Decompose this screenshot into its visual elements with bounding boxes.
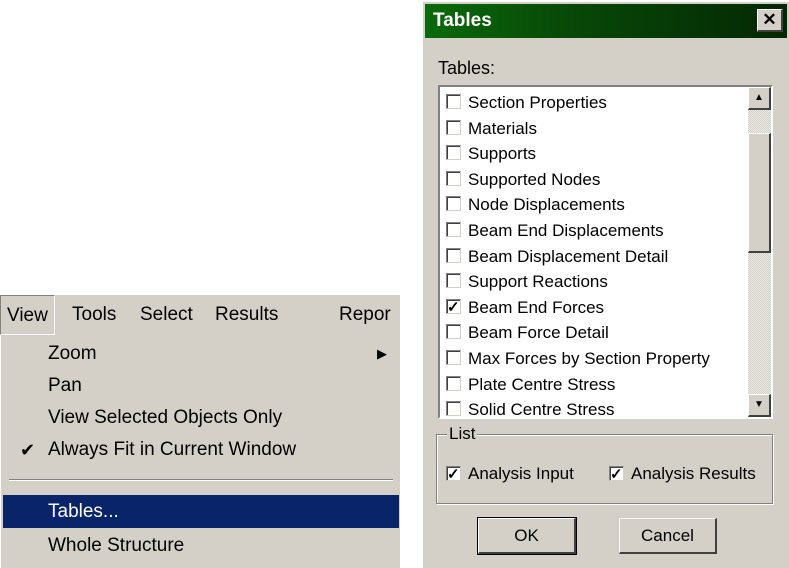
scroll-down-button[interactable]: ▼ — [748, 394, 771, 417]
table-list-item[interactable]: Supported Nodes — [446, 167, 746, 192]
table-list-item[interactable]: Beam Force Detail — [446, 320, 746, 345]
menu-item-whole-structure[interactable]: Whole Structure — [3, 530, 399, 562]
checkbox-box: ✓ — [446, 466, 461, 483]
table-list-item[interactable]: Materials — [446, 116, 746, 141]
close-icon: ✕ — [762, 10, 777, 29]
table-list-item[interactable]: ✓ Beam End Forces — [446, 295, 746, 320]
menu-item-pan[interactable]: Pan — [3, 370, 399, 402]
tables-dialog: Tables ✕ Tables: Section Properties Mater… — [421, 0, 789, 568]
table-list-item[interactable]: Section Properties — [446, 90, 746, 115]
table-list-item[interactable]: Max Forces by Section Property — [446, 346, 746, 371]
checkmark-icon: ✔ — [20, 440, 36, 460]
dialog-title: Tables — [433, 10, 492, 31]
checkbox-box: ✓ — [609, 466, 624, 483]
menu-item-label: Tables... — [48, 501, 119, 522]
checkmark-icon: ✓ — [447, 466, 460, 483]
table-item-label: Beam Force Detail — [468, 323, 609, 343]
tables-label: Tables: — [438, 58, 496, 78]
table-list-item[interactable]: Node Displacements — [446, 192, 746, 217]
menu-item-label: Zoom — [48, 343, 97, 364]
list-group-label: List — [447, 424, 478, 444]
view-dropdown: Zoom ▶ Pan View Selected Objects Only ✔ … — [0, 335, 400, 568]
menu-select[interactable]: Select — [134, 295, 199, 335]
menu-view[interactable]: View — [0, 295, 55, 335]
table-list-item[interactable]: Beam End Displacements — [446, 218, 746, 243]
menu-separator — [9, 479, 393, 481]
checkbox-box — [446, 247, 461, 263]
ok-button[interactable]: OK — [477, 517, 577, 555]
checkbox-box — [446, 222, 461, 237]
checkbox-box — [446, 375, 461, 391]
submenu-arrow-icon: ▶ — [377, 346, 387, 361]
menu-reports[interactable]: Repor — [333, 295, 397, 335]
analysis-input-label: Analysis Input — [468, 464, 574, 483]
checkbox-box — [446, 145, 461, 161]
checkbox-box: ✓ — [446, 298, 461, 316]
scroll-thumb[interactable] — [748, 133, 771, 253]
arrow-down-icon: ▼ — [754, 399, 764, 410]
listbox-scrollbar[interactable]: ▲ ▼ — [748, 87, 771, 417]
table-item-label: Beam End Forces — [468, 297, 605, 317]
checkbox-box — [446, 350, 461, 365]
menu-item-label: Always Fit in Current Window — [48, 439, 297, 460]
analysis-input-checkbox[interactable]: ✓ Analysis Input — [446, 461, 586, 486]
checkbox-box — [446, 94, 461, 109]
arrow-up-icon: ▲ — [754, 92, 764, 103]
menu-item-zoom[interactable]: Zoom ▶ — [3, 338, 399, 370]
tables-listbox[interactable]: Section Properties Materials Supports Suppo… — [438, 85, 773, 419]
menu-item-label: Pan — [48, 375, 82, 396]
table-list-item[interactable]: Solid Centre Stress — [446, 397, 746, 419]
table-list-item[interactable]: Support Reactions — [446, 269, 746, 294]
analysis-results-label: Analysis Results — [631, 464, 756, 483]
menu-item-view-selected-objects-only[interactable]: View Selected Objects Only — [3, 402, 399, 434]
table-item-label: Section Properties — [468, 93, 607, 112]
table-item-label: Beam End Displacements — [468, 221, 664, 240]
menu-results[interactable]: Results — [209, 295, 284, 335]
table-item-label: Solid Centre Stress — [468, 400, 615, 419]
checkbox-box — [446, 196, 461, 212]
checkmark-icon: ✓ — [610, 466, 623, 483]
checkbox-box — [446, 119, 461, 135]
view-menu-area: View Tools Select Results Repor Zoom ▶ P… — [0, 295, 400, 568]
table-item-label: Plate Centre Stress — [468, 374, 616, 394]
menu-item-label: View Selected Objects Only — [48, 407, 283, 428]
table-item-label: Materials — [468, 118, 537, 138]
table-item-label: Supported Nodes — [468, 169, 601, 189]
table-item-label: Max Forces by Section Property — [468, 349, 710, 368]
list-groupbox: List ✓ Analysis Input ✓ Analysis Results — [436, 424, 773, 504]
menu-tools[interactable]: Tools — [66, 295, 122, 335]
checkbox-box — [446, 324, 461, 340]
table-item-label: Supports — [468, 144, 537, 164]
table-item-label: Support Reactions — [468, 272, 608, 292]
table-list-item[interactable]: Beam Displacement Detail — [446, 244, 746, 269]
table-item-label: Node Displacements — [468, 195, 625, 215]
scroll-up-button[interactable]: ▲ — [748, 87, 771, 110]
checkmark-icon: ✓ — [447, 298, 460, 316]
table-list-item[interactable]: Plate Centre Stress — [446, 372, 746, 397]
cancel-button[interactable]: Cancel — [619, 518, 717, 554]
table-item-label: Beam Displacement Detail — [468, 246, 669, 266]
title-bar: Tables ✕ — [425, 4, 787, 38]
table-list-item[interactable]: Supports — [446, 141, 746, 166]
menu-item-tables[interactable]: Tables... — [3, 495, 399, 528]
close-button[interactable]: ✕ — [757, 9, 783, 32]
analysis-results-checkbox[interactable]: ✓ Analysis Results — [609, 461, 769, 486]
menu-bar: View Tools Select Results Repor — [0, 295, 400, 335]
checkbox-box — [446, 273, 461, 289]
menu-item-always-fit-in-current-window[interactable]: ✔ Always Fit in Current Window — [3, 434, 399, 466]
checkbox-box — [446, 401, 461, 417]
menu-item-label: Whole Structure — [48, 535, 185, 556]
checkbox-box — [446, 170, 461, 186]
